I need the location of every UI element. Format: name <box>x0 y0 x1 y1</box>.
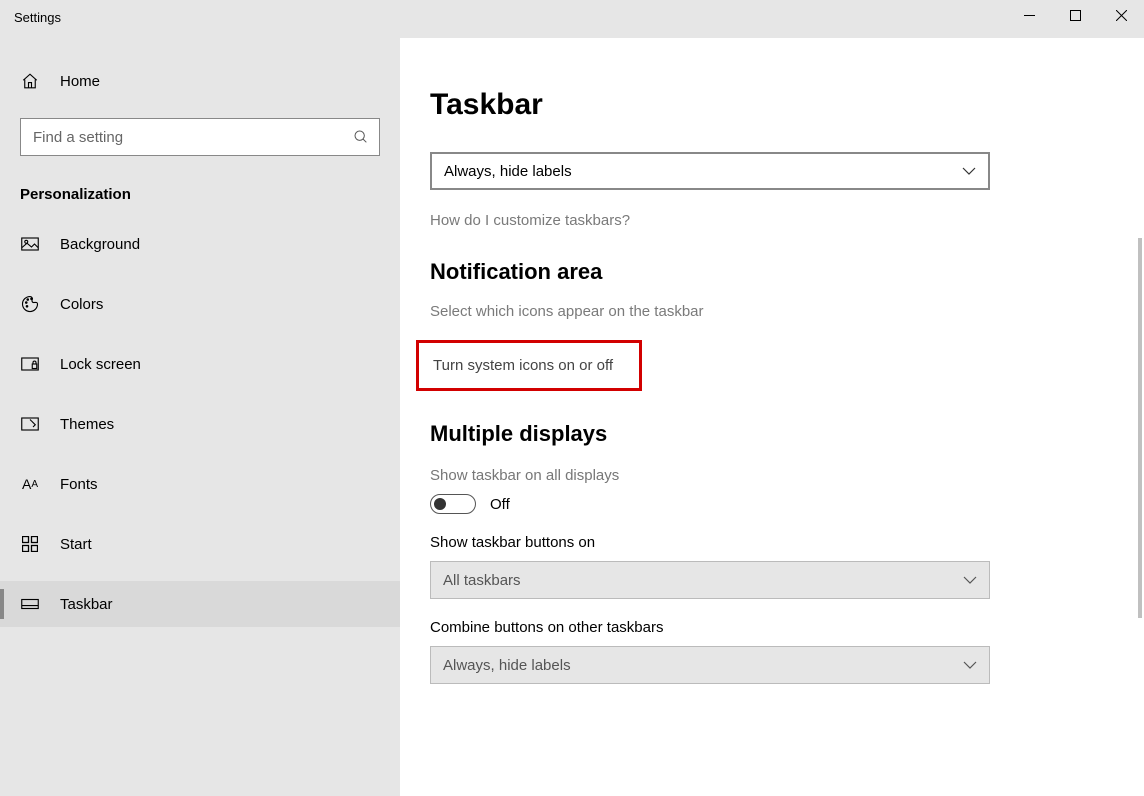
sidebar-item-taskbar[interactable]: Taskbar <box>0 581 400 627</box>
scrollbar-thumb[interactable] <box>1138 238 1142 618</box>
sidebar-item-label: Colors <box>60 296 103 313</box>
dropdown-value: Always, hide labels <box>444 163 572 180</box>
label-show-buttons-on: Show taskbar buttons on <box>430 534 1144 551</box>
sidebar-item-label: Fonts <box>60 476 98 493</box>
fonts-icon: AA <box>20 476 40 492</box>
nav-home-label: Home <box>60 73 100 90</box>
start-icon <box>20 536 40 552</box>
sidebar-item-themes[interactable]: Themes <box>0 401 400 447</box>
nav-home[interactable]: Home <box>0 58 400 104</box>
chevron-down-icon <box>963 576 977 584</box>
toggle-state: Off <box>490 496 510 513</box>
sidebar: Home Personalization Background Co <box>0 38 400 796</box>
lockscreen-icon <box>20 357 40 371</box>
content-pane: Taskbar Always, hide labels How do I cus… <box>400 38 1144 796</box>
sidebar-item-start[interactable]: Start <box>0 521 400 567</box>
sidebar-item-label: Lock screen <box>60 356 141 373</box>
maximize-button[interactable] <box>1052 0 1098 30</box>
minimize-button[interactable] <box>1006 0 1052 30</box>
dropdown-value: Always, hide labels <box>443 657 571 674</box>
minimize-icon <box>1024 10 1035 21</box>
section-multiple-displays: Multiple displays <box>430 421 1144 447</box>
toggle-title: Show taskbar on all displays <box>430 467 1144 484</box>
section-notification-area: Notification area <box>430 259 1144 285</box>
chevron-down-icon <box>962 167 976 175</box>
dropdown-value: All taskbars <box>443 572 521 589</box>
sidebar-item-colors[interactable]: Colors <box>0 281 400 327</box>
search-icon <box>353 129 369 145</box>
show-buttons-on-dropdown[interactable]: All taskbars <box>430 561 990 599</box>
titlebar: Settings <box>0 0 1144 38</box>
chevron-down-icon <box>963 661 977 669</box>
window-title: Settings <box>0 0 61 25</box>
home-icon <box>20 72 40 90</box>
page-title: Taskbar <box>430 88 1144 122</box>
combine-buttons-dropdown[interactable]: Always, hide labels <box>430 152 990 190</box>
highlight-box: Turn system icons on or off <box>416 340 642 391</box>
close-button[interactable] <box>1098 0 1144 30</box>
scrollbar[interactable] <box>1138 38 1142 796</box>
sidebar-item-background[interactable]: Background <box>0 221 400 267</box>
show-all-displays-toggle[interactable] <box>430 494 476 514</box>
taskbar-icon <box>20 598 40 610</box>
help-link[interactable]: How do I customize taskbars? <box>430 212 1144 229</box>
label-combine-other: Combine buttons on other taskbars <box>430 619 1144 636</box>
sidebar-item-label: Background <box>60 236 140 253</box>
search-box[interactable] <box>20 118 380 156</box>
close-icon <box>1116 10 1127 21</box>
combine-other-dropdown[interactable]: Always, hide labels <box>430 646 990 684</box>
sidebar-item-label: Start <box>60 536 92 553</box>
picture-icon <box>20 237 40 251</box>
sidebar-category: Personalization <box>0 166 400 221</box>
sidebar-item-label: Taskbar <box>60 596 113 613</box>
sidebar-item-label: Themes <box>60 416 114 433</box>
search-input[interactable] <box>33 129 353 146</box>
themes-icon <box>20 417 40 431</box>
palette-icon <box>20 295 40 313</box>
link-system-icons[interactable]: Turn system icons on or off <box>433 357 613 374</box>
sidebar-item-lockscreen[interactable]: Lock screen <box>0 341 400 387</box>
toggle-knob <box>434 498 446 510</box>
maximize-icon <box>1070 10 1081 21</box>
sidebar-item-fonts[interactable]: AA Fonts <box>0 461 400 507</box>
link-select-icons[interactable]: Select which icons appear on the taskbar <box>430 303 1144 320</box>
